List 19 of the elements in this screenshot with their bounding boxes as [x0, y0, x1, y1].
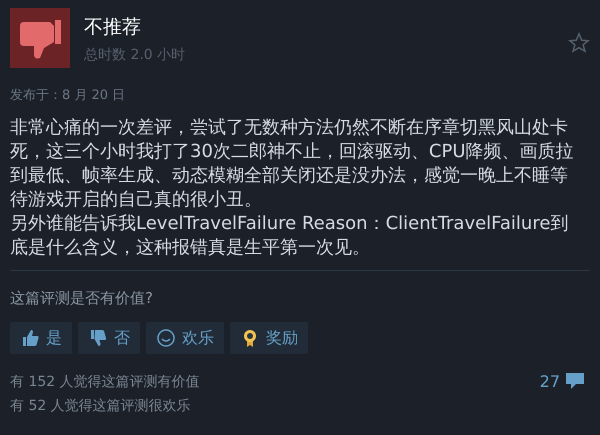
thumbs-down-icon [88, 328, 108, 348]
helpful-question: 这篇评测是否有价值? [10, 289, 154, 308]
review-paragraph: 另外谁能告诉我LevelTravelFailure Reason：ClientTravelFailure到底是什么含义，这种报错真是生平第一次见。 [10, 212, 570, 260]
review-paragraph: 非常心痛的一次差评，尝试了无数种方法仍然不断在序章切黑风山处卡死，这三个小时我打了30次二郎神不止，回滚驱动、CPU降频、画质拉到最低、帧率生成、动态模糊全部关闭还是没办法，感觉一晚上不睡等待游戏开启的自己真的很小丑。 [10, 116, 575, 212]
award-button[interactable]: 奖励 [230, 322, 308, 354]
posted-date: 发布于：8 月 20 日 [10, 87, 126, 104]
funny-button[interactable]: 欢乐 [146, 322, 224, 354]
rating-count-text: 有 52 人觉得这篇评测很欢乐 [10, 397, 192, 416]
yes-button[interactable]: 是 [10, 322, 72, 354]
rating-count-text: 有 152 人觉得这篇评测有价值 [10, 373, 200, 392]
comment-icon[interactable] [564, 370, 586, 392]
playtime-text: 总时数 2.0 小时 [84, 46, 186, 64]
comment-count: 27 [540, 372, 560, 390]
verdict-title: 不推荐 [84, 15, 142, 40]
thumbs-up-icon [20, 328, 40, 348]
thumbs-down-icon [10, 8, 70, 68]
star-icon[interactable] [568, 32, 590, 54]
no-button[interactable]: 否 [78, 322, 140, 354]
smiley-icon [156, 328, 176, 348]
